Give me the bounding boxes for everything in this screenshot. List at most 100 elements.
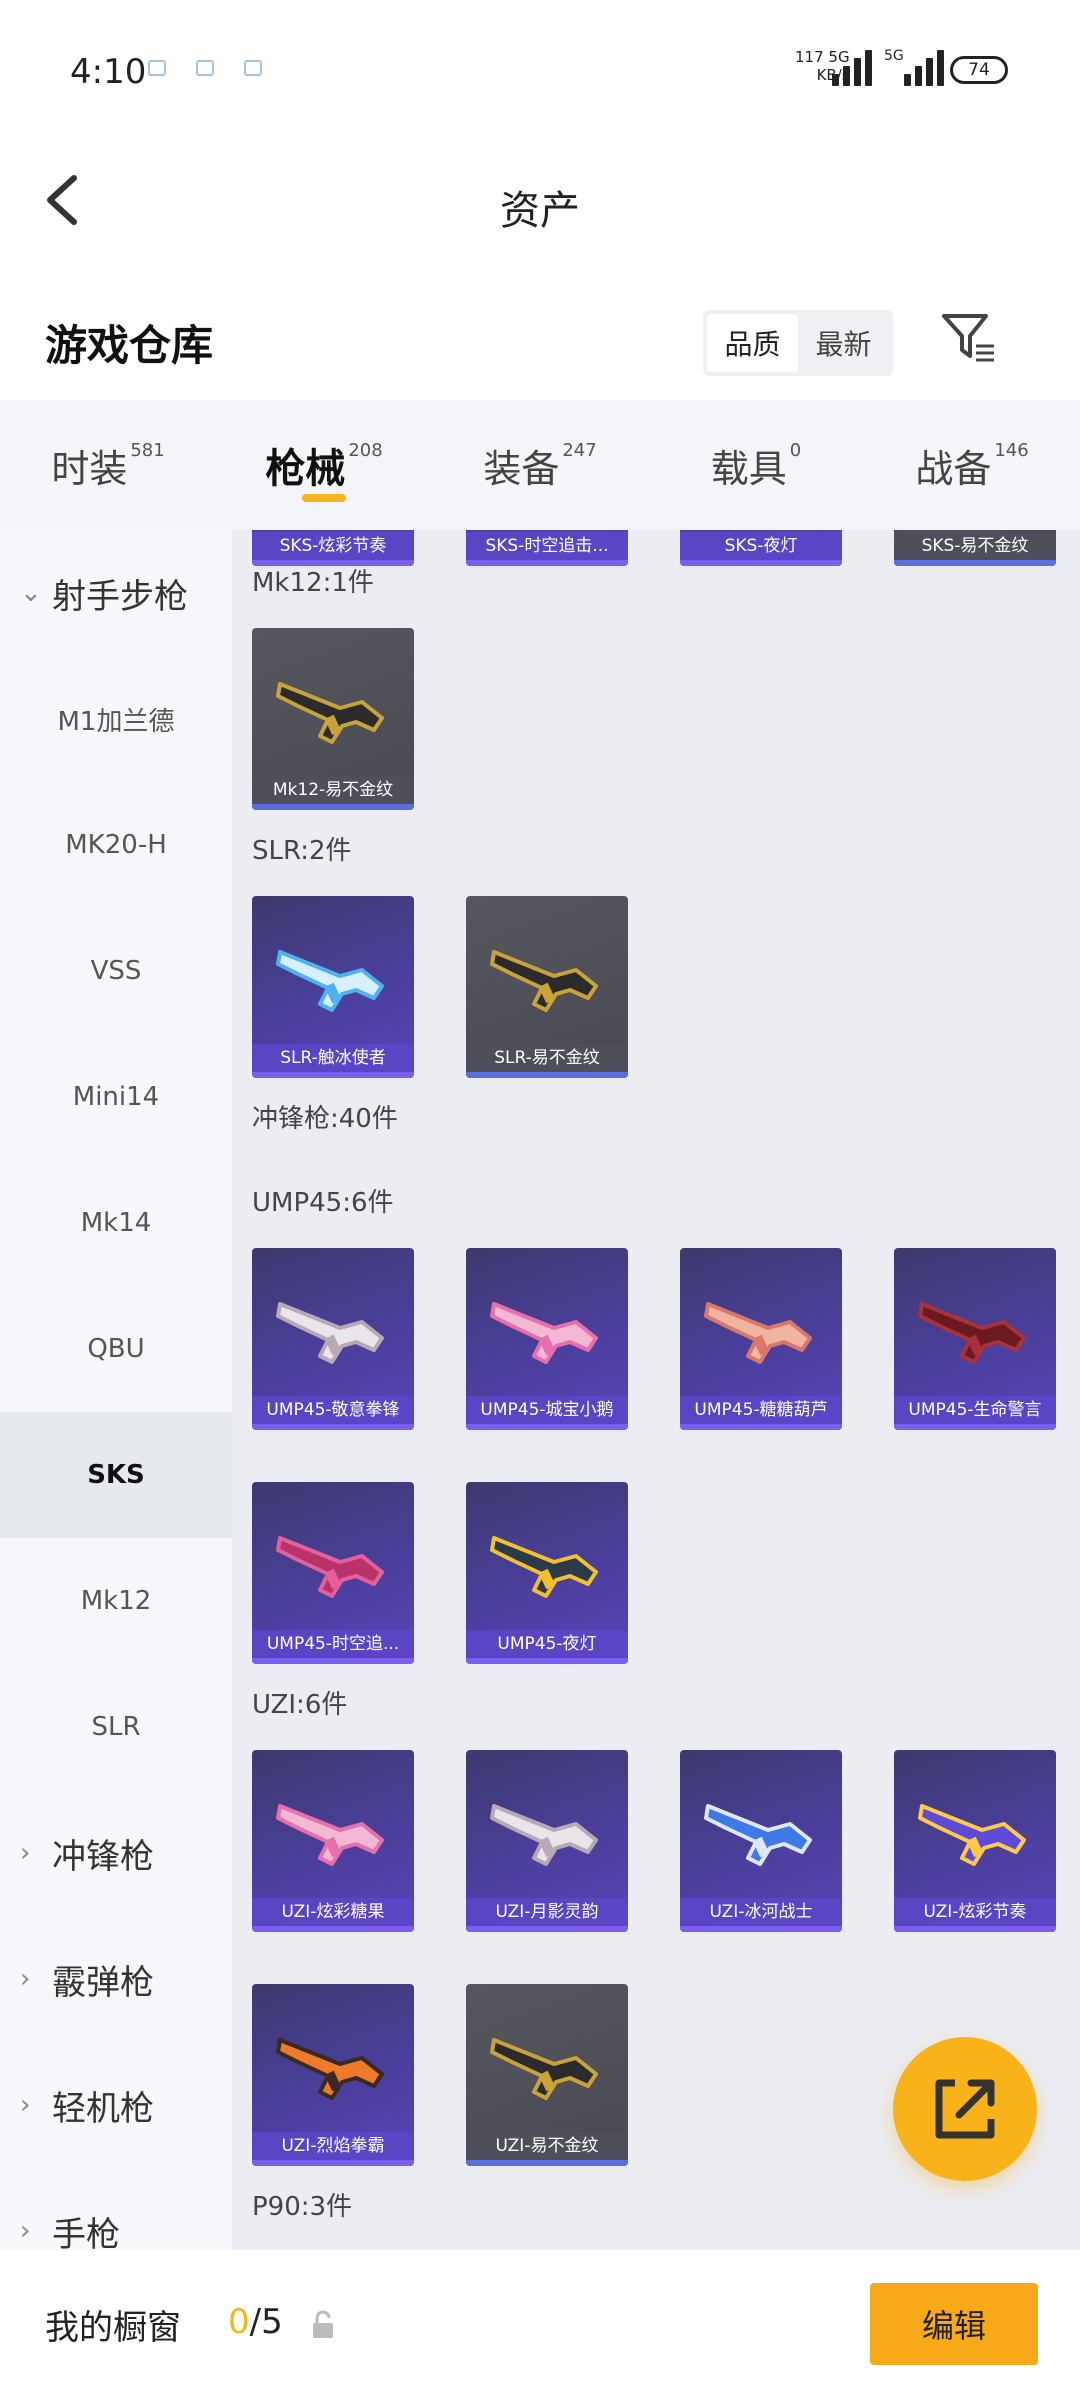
- sort-quality-button[interactable]: 品质: [707, 314, 798, 372]
- weapon-card[interactable]: Mk12-易不金纹: [252, 628, 414, 810]
- notification-icon: [244, 60, 262, 76]
- weapon-card[interactable]: UMP45-糖糖葫芦: [680, 1248, 842, 1430]
- sidebar-category[interactable]: › 冲锋枪: [0, 1790, 232, 1916]
- rarity-bar: [680, 1424, 842, 1430]
- rarity-bar: [466, 1658, 628, 1664]
- weapon-card-name: UMP45-糖糖葫芦: [680, 1396, 842, 1424]
- sidebar: ⌄ 射手步枪 M1加兰德 MK20-H VSS Mini14 Mk14 QBU SKS Mk12 S…: [0, 530, 232, 2250]
- chevron-right-icon: ›: [20, 1838, 31, 1868]
- rarity-bar: [466, 1072, 628, 1078]
- weapon-card[interactable]: UMP45-生命警言: [894, 1248, 1056, 1430]
- rarity-bar: [252, 2160, 414, 2166]
- showcase-count-current: 0: [228, 2302, 250, 2342]
- weapon-card-name: SKS-炫彩节奏: [252, 532, 414, 560]
- chevron-right-icon: ›: [20, 1964, 31, 1994]
- weapon-card[interactable]: SKS-炫彩节奏: [252, 530, 414, 566]
- share-button[interactable]: [893, 2037, 1037, 2181]
- weapon-card-name: SLR-触冰使者: [252, 1044, 414, 1072]
- weapon-card[interactable]: UZI-月影灵韵: [466, 1750, 628, 1932]
- tab-count: 581: [130, 440, 165, 461]
- sidebar-category[interactable]: › 轻机枪: [0, 2042, 232, 2168]
- weapon-card[interactable]: UZI-易不金纹: [466, 1984, 628, 2166]
- group-header: 冲锋枪:40件: [252, 1104, 398, 1134]
- sidebar-item-label: Mk12: [80, 1586, 152, 1616]
- weapon-skin-icon: [276, 950, 384, 1012]
- sidebar-item-label: QBU: [87, 1334, 145, 1364]
- chevron-right-icon: ›: [20, 2090, 31, 2120]
- weapon-card-name: UMP45-生命警言: [894, 1396, 1056, 1424]
- sidebar-category[interactable]: ⌄ 射手步枪: [0, 530, 232, 656]
- weapon-card[interactable]: UMP45-时空追...: [252, 1482, 414, 1664]
- weapon-card-name: SKS-夜灯: [680, 532, 842, 560]
- sidebar-item-label: 冲锋枪: [52, 1836, 154, 1877]
- weapon-skin-icon: [276, 1536, 384, 1598]
- weapon-card[interactable]: SKS-夜灯: [680, 530, 842, 566]
- rarity-bar: [894, 1424, 1056, 1430]
- sidebar-item-label: 射手步枪: [52, 576, 188, 617]
- sidebar-item[interactable]: Mini14: [0, 1034, 232, 1160]
- tab-label: 装备: [483, 446, 560, 491]
- weapon-card[interactable]: UMP45-夜灯: [466, 1482, 628, 1664]
- tab-0[interactable]: 时装 581: [0, 400, 216, 530]
- notification-icon: [148, 60, 166, 76]
- sidebar-item-label: SLR: [91, 1712, 141, 1742]
- sidebar-item-label: SKS: [87, 1460, 145, 1490]
- weapon-card[interactable]: SLR-易不金纹: [466, 896, 628, 1078]
- tab-1[interactable]: 枪械 208: [216, 400, 432, 530]
- sidebar-item-label: Mk14: [80, 1208, 152, 1238]
- showcase-count: 0/5: [228, 2302, 283, 2342]
- weapon-skin-icon: [490, 1536, 598, 1598]
- weapon-card[interactable]: SKS-时空追击...: [466, 530, 628, 566]
- weapon-card-name: UMP45-夜灯: [466, 1630, 628, 1658]
- lock-icon: [313, 2310, 333, 2338]
- chevron-right-icon: ›: [20, 2216, 31, 2246]
- weapon-card[interactable]: UMP45-城宝小鹅: [466, 1248, 628, 1430]
- weapon-card[interactable]: UMP45-敬意拳锋: [252, 1248, 414, 1430]
- weapon-card[interactable]: UZI-烈焰拳霸: [252, 1984, 414, 2166]
- filter-icon[interactable]: [940, 312, 996, 364]
- sidebar-item-label: 手枪: [52, 2214, 120, 2251]
- sidebar-item[interactable]: SLR: [0, 1664, 232, 1790]
- sidebar-item-label: 轻机枪: [52, 2088, 154, 2129]
- rarity-bar: [252, 1424, 414, 1430]
- weapon-card[interactable]: UZI-炫彩糖果: [252, 1750, 414, 1932]
- sidebar-item[interactable]: QBU: [0, 1286, 232, 1412]
- signal-icon: [832, 50, 872, 86]
- sidebar-category[interactable]: › 霰弹枪: [0, 1916, 232, 2042]
- section-header: 游戏仓库 品质 最新: [0, 280, 1080, 400]
- sidebar-item[interactable]: Mk14: [0, 1160, 232, 1286]
- weapon-skin-icon: [918, 1302, 1026, 1364]
- network-type: 5G: [884, 48, 904, 64]
- status-bar: 4:10 117 5G KB/s 5G 74: [0, 0, 1080, 140]
- rarity-bar: [466, 560, 628, 566]
- sidebar-item[interactable]: MK20-H: [0, 782, 232, 908]
- sort-newest-button[interactable]: 最新: [798, 314, 889, 372]
- group-header: UMP45:6件: [252, 1188, 394, 1218]
- weapon-skin-icon: [276, 1302, 384, 1364]
- sidebar-item[interactable]: Mk12: [0, 1538, 232, 1664]
- weapon-skin-icon: [276, 682, 384, 744]
- weapon-card[interactable]: UZI-炫彩节奏: [894, 1750, 1056, 1932]
- weapon-card[interactable]: SKS-易不金纹: [894, 530, 1056, 566]
- tab-2[interactable]: 装备 247: [432, 400, 648, 530]
- status-time: 4:10: [70, 52, 147, 92]
- rarity-bar: [466, 1926, 628, 1932]
- tab-4[interactable]: 战备 146: [864, 400, 1080, 530]
- tab-label: 战备: [915, 446, 992, 491]
- sidebar-item-label: 霰弹枪: [52, 1962, 154, 2003]
- sidebar-item-label: Mini14: [72, 1082, 160, 1112]
- sidebar-item[interactable]: VSS: [0, 908, 232, 1034]
- sidebar-category[interactable]: › 手枪: [0, 2168, 232, 2251]
- weapon-skin-icon: [704, 1302, 812, 1364]
- rarity-bar: [252, 1072, 414, 1078]
- top-nav: 资产: [0, 140, 1080, 260]
- rarity-bar: [894, 1926, 1056, 1932]
- edit-button[interactable]: 编辑: [870, 2283, 1038, 2365]
- weapon-card[interactable]: SLR-触冰使者: [252, 896, 414, 1078]
- tab-3[interactable]: 载具 0: [648, 400, 864, 530]
- sidebar-item[interactable]: M1加兰德: [0, 656, 232, 782]
- weapon-card[interactable]: UZI-冰河战士: [680, 1750, 842, 1932]
- rarity-bar: [252, 804, 414, 810]
- weapon-skin-icon: [490, 1302, 598, 1364]
- sidebar-item[interactable]: SKS: [0, 1412, 232, 1538]
